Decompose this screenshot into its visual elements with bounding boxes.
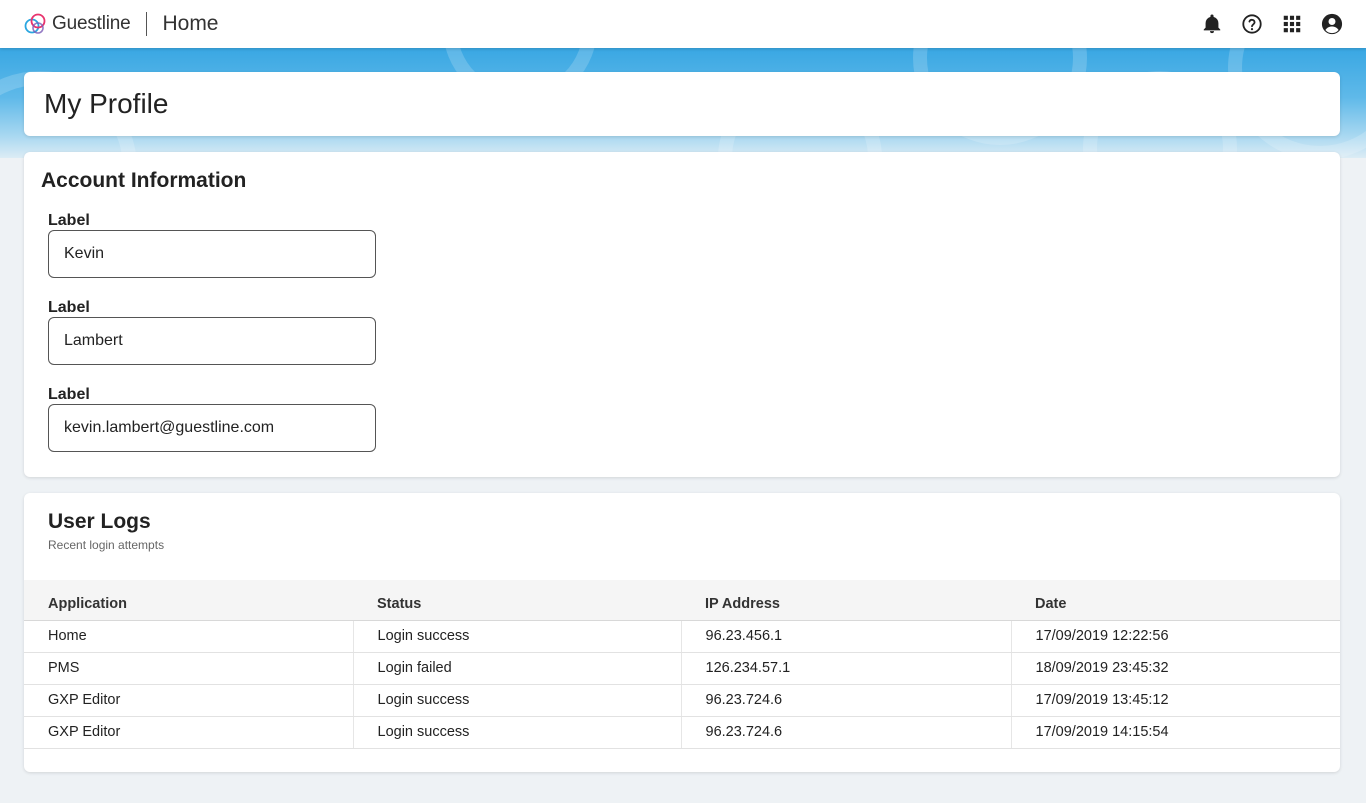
cell-status: Login success bbox=[353, 716, 682, 749]
table-row[interactable]: GXP Editor Login success 96.23.724.6 17/… bbox=[24, 716, 1340, 749]
first-name-input[interactable] bbox=[48, 230, 376, 278]
cell-application: GXP Editor bbox=[24, 716, 354, 749]
cell-date: 17/09/2019 13:45:12 bbox=[1011, 684, 1340, 717]
cell-ip-address: 96.23.724.6 bbox=[681, 716, 1012, 749]
user-logs-subtitle: Recent login attempts bbox=[48, 538, 165, 552]
top-bar: Guestline Home bbox=[0, 0, 1366, 48]
table-row[interactable]: GXP Editor Login success 96.23.724.6 17/… bbox=[24, 684, 1340, 717]
help-icon[interactable] bbox=[1241, 13, 1263, 35]
brand-name: Guestline bbox=[52, 13, 131, 34]
cell-application: PMS bbox=[24, 652, 354, 685]
apps-grid-icon[interactable] bbox=[1281, 13, 1303, 35]
app-title: Home bbox=[162, 12, 219, 35]
table-header-row: Application Status IP Address Date bbox=[24, 580, 1340, 621]
top-icons bbox=[1201, 13, 1343, 35]
cell-status: Login success bbox=[353, 620, 682, 653]
cell-application: Home bbox=[24, 620, 354, 653]
header-divider bbox=[146, 12, 148, 36]
last-name-field: Label bbox=[48, 298, 376, 365]
email-label: Label bbox=[48, 386, 90, 403]
cell-status: Login failed bbox=[353, 652, 682, 685]
table-row[interactable]: Home Login success 96.23.456.1 17/09/201… bbox=[24, 620, 1340, 653]
page-title: My Profile bbox=[44, 88, 169, 119]
account-icon[interactable] bbox=[1321, 13, 1343, 35]
table-row[interactable]: PMS Login failed 126.234.57.1 18/09/2019… bbox=[24, 652, 1340, 685]
email-field: Label bbox=[48, 385, 376, 452]
account-information-card: Account Information Label Label Label bbox=[24, 152, 1340, 477]
cell-date: 17/09/2019 12:22:56 bbox=[1011, 620, 1340, 653]
first-name-field: Label bbox=[48, 211, 376, 278]
brand[interactable]: Guestline bbox=[23, 11, 131, 37]
profile-header-card: My Profile bbox=[24, 72, 1340, 136]
cell-date: 18/09/2019 23:45:32 bbox=[1011, 652, 1340, 685]
last-name-input[interactable] bbox=[48, 317, 376, 365]
email-input[interactable] bbox=[48, 404, 376, 452]
bell-icon[interactable] bbox=[1201, 13, 1223, 35]
column-header-application[interactable]: Application bbox=[24, 580, 353, 621]
cell-ip-address: 96.23.724.6 bbox=[681, 684, 1012, 717]
cell-status: Login success bbox=[353, 684, 682, 717]
user-logs-card: User Logs Recent login attempts Applicat… bbox=[24, 493, 1340, 772]
cell-ip-address: 126.234.57.1 bbox=[681, 652, 1012, 685]
cell-application: GXP Editor bbox=[24, 684, 354, 717]
column-header-status[interactable]: Status bbox=[353, 580, 681, 621]
user-logs-title: User Logs bbox=[48, 510, 151, 533]
user-logs-table: Application Status IP Address Date Home … bbox=[24, 580, 1340, 749]
cell-ip-address: 96.23.456.1 bbox=[681, 620, 1012, 653]
first-name-label: Label bbox=[48, 212, 90, 229]
column-header-ip-address[interactable]: IP Address bbox=[681, 580, 1011, 621]
column-header-date[interactable]: Date bbox=[1011, 580, 1340, 621]
account-information-title: Account Information bbox=[41, 169, 247, 192]
last-name-label: Label bbox=[48, 299, 90, 316]
guestline-logo-icon bbox=[24, 13, 46, 34]
cell-date: 17/09/2019 14:15:54 bbox=[1011, 716, 1340, 749]
